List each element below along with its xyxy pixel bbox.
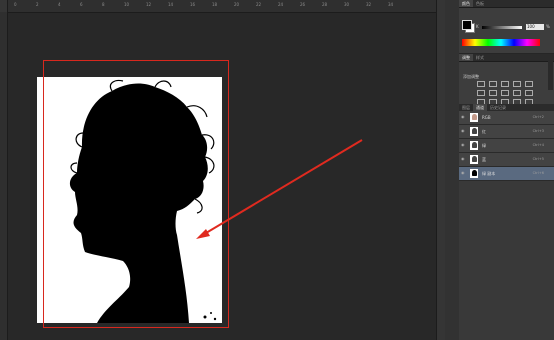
channel-name: RGB [482, 115, 491, 120]
adjustment-icons [477, 81, 537, 105]
channel-thumbnail [470, 155, 478, 164]
adjustments-title: 添加调整 [463, 74, 479, 79]
tab-color[interactable]: 颜色 [459, 0, 473, 7]
channel-row[interactable]: ◉ RGB Ctrl+2 [459, 111, 554, 125]
channels-list: ◉ RGB Ctrl+2 ◉ 红 Ctrl+3 ◉ 绿 Ctrl+4 ◉ 蓝 C… [459, 111, 554, 181]
adjust-panel-tabs: 调整 样式 [459, 54, 554, 62]
k-value-input[interactable]: 100 [526, 24, 544, 30]
foreground-color-swatch[interactable] [462, 20, 472, 30]
panel-dock-strip[interactable] [445, 0, 460, 340]
vibrance-icon[interactable] [525, 81, 533, 87]
right-panel: 颜色 色板 K 100 % 调整 样式 添加调整 图层 通道 历史记录 ◉ RG… [459, 0, 554, 340]
hue-saturation-icon[interactable] [477, 90, 485, 96]
k-slider[interactable] [482, 26, 522, 29]
k-unit: % [546, 24, 550, 29]
levels-icon[interactable] [489, 81, 497, 87]
panel-scrollbar[interactable] [548, 60, 553, 90]
channel-mixer-icon[interactable] [525, 90, 533, 96]
channel-shortcut: Ctrl+6 [532, 171, 544, 175]
channel-row[interactable]: ◉ 红 Ctrl+3 [459, 125, 554, 139]
tab-swatches[interactable]: 色板 [473, 0, 487, 7]
visibility-eye-icon[interactable]: ◉ [461, 170, 465, 175]
channel-thumbnail [470, 113, 478, 122]
channel-thumbnail [470, 127, 478, 136]
channel-row[interactable]: ◉ 蓝 Ctrl+5 [459, 153, 554, 167]
channel-row[interactable]: ◉ 绿 Ctrl+4 [459, 139, 554, 153]
exposure-icon[interactable] [513, 81, 521, 87]
visibility-eye-icon[interactable]: ◉ [461, 156, 465, 161]
tab-styles[interactable]: 样式 [473, 54, 487, 61]
channel-shortcut: Ctrl+3 [532, 129, 544, 133]
channel-shortcut: Ctrl+5 [532, 157, 544, 161]
curves-icon[interactable] [501, 81, 509, 87]
channel-shortcut: Ctrl+4 [532, 143, 544, 147]
color-spectrum-bar[interactable] [462, 39, 540, 46]
black-white-icon[interactable] [501, 90, 509, 96]
tab-channels[interactable]: 通道 [473, 104, 487, 111]
color-balance-icon[interactable] [489, 90, 497, 96]
visibility-eye-icon[interactable]: ◉ [461, 114, 465, 119]
tab-adjustments[interactable]: 调整 [459, 54, 473, 61]
channel-thumbnail [470, 169, 478, 178]
visibility-eye-icon[interactable]: ◉ [461, 142, 465, 147]
photo-filter-icon[interactable] [513, 90, 521, 96]
channel-name: 绿 [482, 143, 486, 148]
tab-history[interactable]: 历史记录 [487, 104, 509, 111]
channel-name: 绿 副本 [482, 171, 496, 176]
channel-name: 红 [482, 129, 486, 134]
channel-shortcut: Ctrl+2 [532, 115, 544, 119]
brightness-icon[interactable] [477, 81, 485, 87]
annotation-arrow [196, 139, 363, 239]
color-panel-tabs: 颜色 色板 [459, 0, 554, 8]
channel-thumbnail [470, 141, 478, 150]
channel-row-selected[interactable]: ◉ 绿 副本 Ctrl+6 [459, 167, 554, 181]
channel-name: 蓝 [482, 157, 486, 162]
visibility-eye-icon[interactable]: ◉ [461, 128, 465, 133]
color-panel: K 100 % [459, 8, 554, 54]
tab-layers[interactable]: 图层 [459, 104, 473, 111]
k-channel-label: K [476, 24, 479, 29]
